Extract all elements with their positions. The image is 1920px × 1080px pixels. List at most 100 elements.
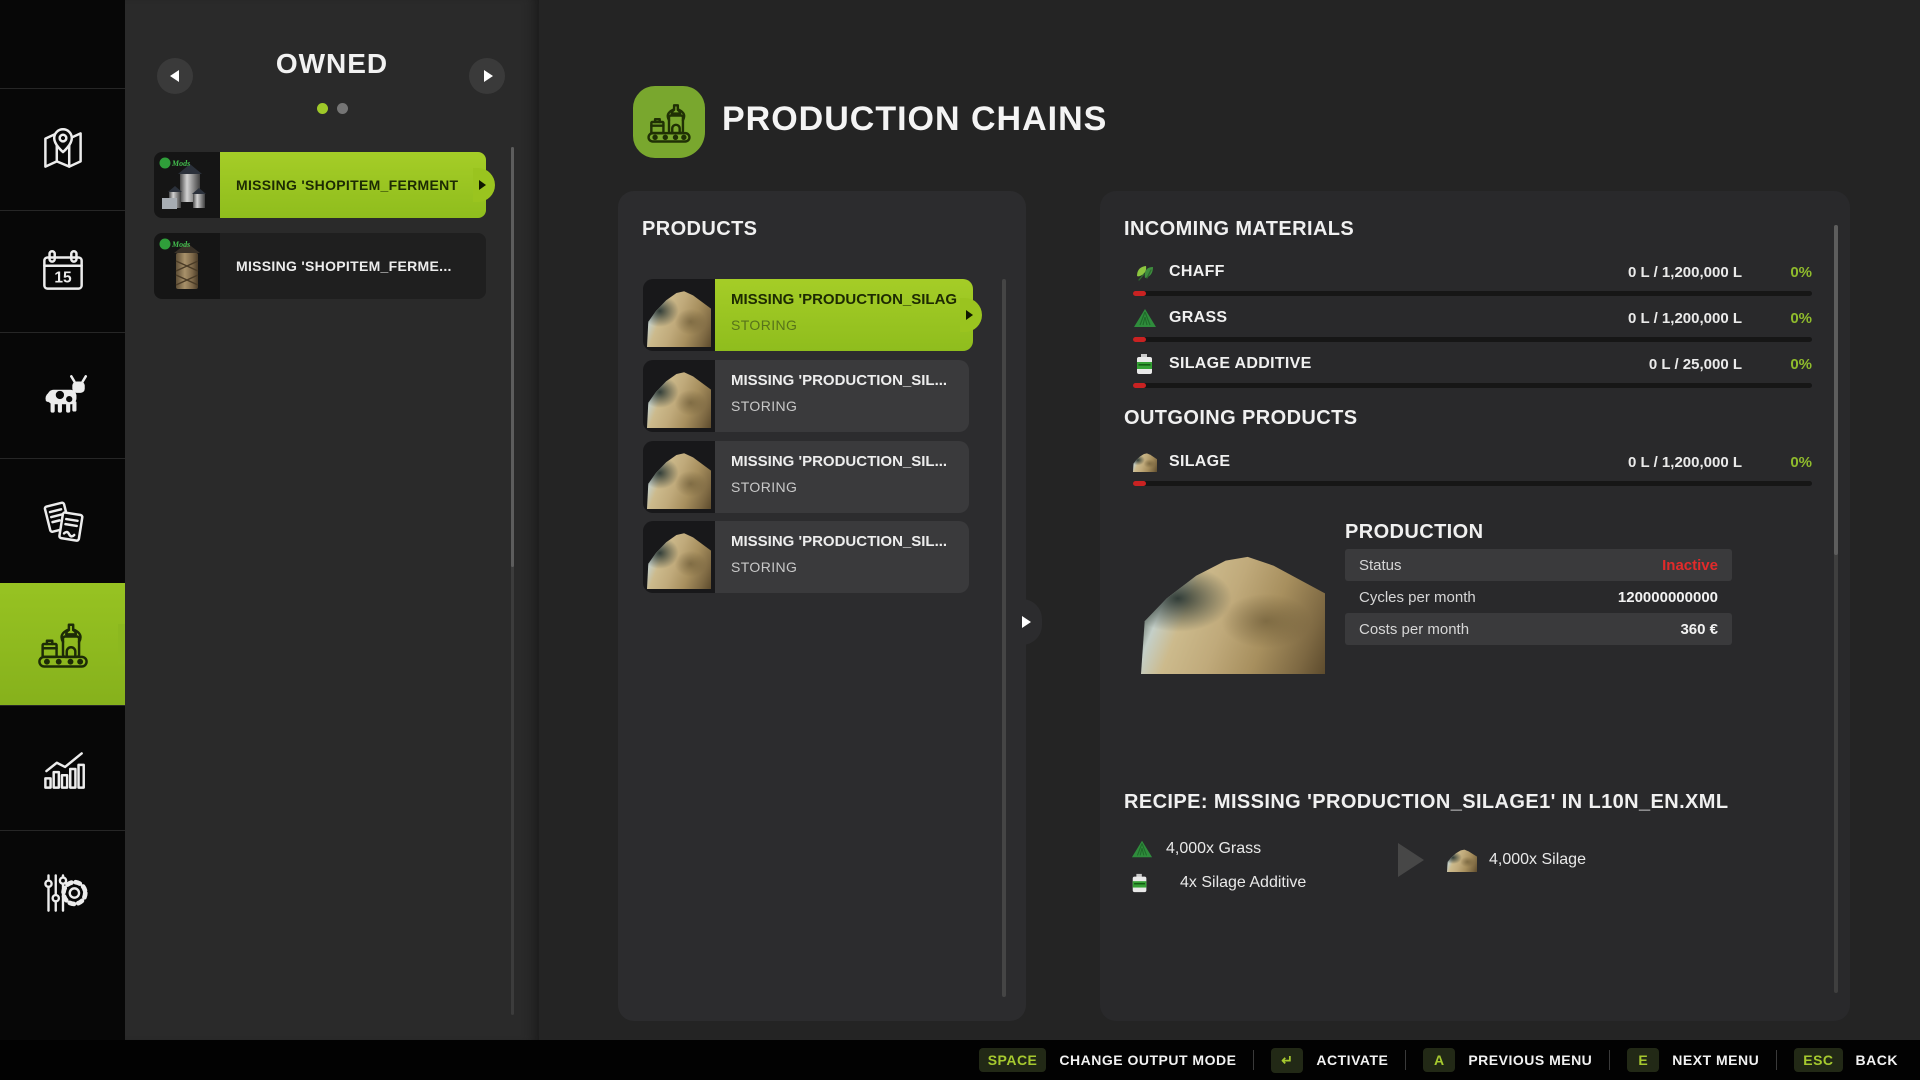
fill-level-bar bbox=[1133, 383, 1812, 388]
production-info-table: Status Inactive Cycles per month 1200000… bbox=[1345, 549, 1732, 645]
product-item-silage-3[interactable]: MISSING 'PRODUCTION_SIL... STORING bbox=[643, 441, 969, 513]
products-panel: PRODUCTS MISSING 'PRODUCTION_SILAG STORI… bbox=[618, 191, 1026, 1021]
owned-scrollbar[interactable] bbox=[511, 147, 514, 1015]
products-scrollbar[interactable] bbox=[1002, 279, 1006, 997]
separator bbox=[1253, 1050, 1254, 1070]
settings-sliders-gear-icon bbox=[34, 863, 92, 921]
material-row-grass: GRASS 0 L / 1,200,000 L 0% bbox=[1133, 303, 1812, 342]
key-space: SPACE bbox=[979, 1048, 1047, 1072]
material-row-silage: SILAGE 0 L / 1,200,000 L 0% bbox=[1133, 447, 1812, 486]
product-item-silage-2[interactable]: MISSING 'PRODUCTION_SIL... STORING bbox=[643, 360, 969, 432]
product-title: MISSING 'PRODUCTION_SIL... bbox=[731, 372, 953, 389]
product-status: STORING bbox=[731, 398, 953, 414]
silage-additive-icon bbox=[1128, 871, 1152, 895]
recipe-input-silage-additive: 4x Silage Additive bbox=[1128, 871, 1306, 895]
owned-list: Mods MISSING 'SHOPITEM_FERMENT bbox=[154, 152, 486, 314]
table-row-status: Status Inactive bbox=[1345, 549, 1732, 581]
statistics-icon bbox=[34, 740, 92, 798]
owned-item-thumbnail: Mods bbox=[154, 233, 220, 299]
key-e: E bbox=[1627, 1048, 1659, 1072]
separator bbox=[1405, 1050, 1406, 1070]
product-status: STORING bbox=[731, 559, 953, 575]
fill-level-bar bbox=[1133, 481, 1812, 486]
product-title: MISSING 'PRODUCTION_SILAG bbox=[731, 291, 957, 308]
sidebar-item-statistics[interactable] bbox=[0, 705, 125, 831]
owned-item-label: MISSING 'SHOPITEM_FERME... bbox=[220, 233, 486, 299]
material-row-chaff: CHAFF 0 L / 1,200,000 L 0% bbox=[1133, 257, 1812, 296]
page-icon-tile bbox=[633, 86, 705, 158]
production-chains-screen: 15 bbox=[0, 0, 1920, 1080]
sidebar-item-calendar[interactable]: 15 bbox=[0, 210, 125, 333]
table-row-cycles: Cycles per month 120000000000 bbox=[1345, 581, 1732, 613]
product-thumbnail bbox=[643, 279, 715, 351]
outgoing-products-title: OUTGOING PRODUCTS bbox=[1124, 407, 1357, 430]
cow-icon bbox=[34, 367, 92, 425]
product-status: STORING bbox=[731, 479, 953, 495]
status-value: Inactive bbox=[1662, 557, 1718, 574]
owned-next-button[interactable] bbox=[469, 58, 505, 94]
silage-icon bbox=[1447, 848, 1477, 872]
action-back[interactable]: ESC BACK bbox=[1794, 1048, 1898, 1072]
key-a: A bbox=[1423, 1048, 1455, 1072]
separator bbox=[1609, 1050, 1610, 1070]
recipe-arrow-icon bbox=[1398, 843, 1424, 877]
sidebar-item-contracts[interactable] bbox=[0, 458, 125, 584]
chaff-icon bbox=[1133, 260, 1157, 284]
silage-icon bbox=[1133, 450, 1157, 474]
material-row-silage-additive: SILAGE ADDITIVE 0 L / 25,000 L 0% bbox=[1133, 349, 1812, 388]
products-title: PRODUCTS bbox=[642, 218, 757, 241]
details-panel: INCOMING MATERIALS CHAFF 0 L / 1,200,000… bbox=[1100, 191, 1850, 1021]
product-selected-arrow bbox=[960, 298, 982, 332]
product-status: STORING bbox=[731, 317, 957, 333]
product-thumbnail bbox=[643, 521, 715, 593]
sidebar-item-map[interactable] bbox=[0, 88, 125, 211]
owned-item-fermenter[interactable]: Mods MISSING 'SHOPITEM_FERME... bbox=[154, 233, 486, 299]
action-change-output-mode[interactable]: SPACE CHANGE OUTPUT MODE bbox=[979, 1048, 1237, 1072]
pager-dot-active bbox=[317, 103, 328, 114]
contracts-icon bbox=[34, 493, 92, 551]
pager-dot-inactive bbox=[337, 103, 348, 114]
sidebar-item-settings[interactable] bbox=[0, 830, 125, 953]
product-title: MISSING 'PRODUCTION_SIL... bbox=[731, 453, 953, 470]
products-panel-expand-arrow[interactable] bbox=[1016, 599, 1042, 645]
product-thumbnail bbox=[643, 441, 715, 513]
owned-selected-arrow bbox=[473, 168, 495, 202]
table-row-costs: Costs per month 360 € bbox=[1345, 613, 1732, 645]
svg-text:Mods: Mods bbox=[171, 240, 190, 249]
production-chains-icon bbox=[643, 96, 695, 148]
fill-level-bar bbox=[1133, 291, 1812, 296]
separator bbox=[1776, 1050, 1777, 1070]
sidebar: 15 bbox=[0, 0, 125, 1080]
recipe-input-grass: 4,000x Grass bbox=[1130, 837, 1261, 861]
production-title: PRODUCTION bbox=[1345, 521, 1483, 544]
bottom-action-bar: SPACE CHANGE OUTPUT MODE ↵ ACTIVATE A PR… bbox=[0, 1040, 1920, 1080]
sidebar-item-production[interactable] bbox=[0, 583, 125, 705]
sidebar-item-animals[interactable] bbox=[0, 332, 125, 459]
recipe-title: RECIPE: MISSING 'PRODUCTION_SILAGE1' IN … bbox=[1124, 791, 1728, 814]
action-previous-menu[interactable]: A PREVIOUS MENU bbox=[1423, 1048, 1592, 1072]
owned-item-thumbnail: Mods bbox=[154, 152, 220, 218]
fill-level-bar bbox=[1133, 337, 1812, 342]
page-title: PRODUCTION CHAINS bbox=[722, 100, 1107, 139]
calendar-icon: 15 bbox=[34, 243, 92, 301]
production-point-image bbox=[1141, 548, 1325, 674]
svg-text:Mods: Mods bbox=[171, 159, 190, 168]
product-thumbnail bbox=[643, 360, 715, 432]
silage-additive-icon bbox=[1133, 352, 1157, 376]
svg-text:15: 15 bbox=[54, 269, 72, 286]
key-esc: ESC bbox=[1794, 1048, 1842, 1072]
product-title: MISSING 'PRODUCTION_SIL... bbox=[731, 533, 953, 550]
product-item-silage-1[interactable]: MISSING 'PRODUCTION_SILAG STORING bbox=[643, 279, 969, 351]
action-activate[interactable]: ↵ ACTIVATE bbox=[1271, 1048, 1388, 1073]
owned-item-label: MISSING 'SHOPITEM_FERMENT bbox=[220, 152, 486, 218]
grass-icon bbox=[1133, 306, 1157, 330]
owned-item-fermenting-silo[interactable]: Mods MISSING 'SHOPITEM_FERMENT bbox=[154, 152, 486, 218]
product-item-silage-4[interactable]: MISSING 'PRODUCTION_SIL... STORING bbox=[643, 521, 969, 593]
key-enter-icon: ↵ bbox=[1271, 1048, 1303, 1073]
details-scrollbar[interactable] bbox=[1834, 225, 1838, 993]
action-next-menu[interactable]: E NEXT MENU bbox=[1627, 1048, 1759, 1072]
owned-pager-dots bbox=[125, 103, 539, 114]
production-icon bbox=[33, 614, 93, 674]
grass-icon bbox=[1130, 837, 1154, 861]
incoming-materials-title: INCOMING MATERIALS bbox=[1124, 218, 1354, 241]
